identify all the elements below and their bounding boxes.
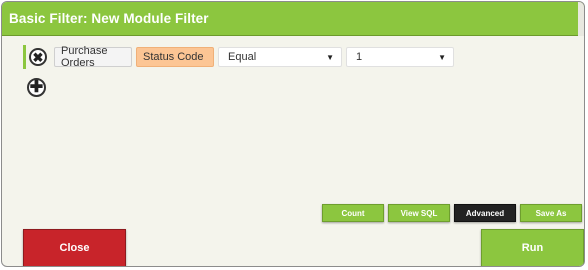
dialog-title: Basic Filter: New Module Filter [9,11,209,26]
chevron-down-icon: ▼ [438,53,446,62]
save-as-button[interactable]: Save As [520,204,582,222]
field-chip[interactable]: Status Code [136,47,214,67]
module-chip[interactable]: Purchase Orders [54,45,132,69]
basic-filter-dialog: Basic Filter: New Module Filter ✖ Purcha… [1,1,585,267]
advanced-button[interactable]: Advanced [454,204,516,222]
value-select[interactable]: 1 ▼ [346,47,454,67]
filter-row-accent [23,45,26,69]
view-sql-button[interactable]: View SQL [388,204,450,222]
chevron-down-icon: ▼ [326,53,334,62]
operator-select-value: Equal [228,51,257,63]
remove-filter-icon[interactable]: ✖ [29,48,47,66]
close-button[interactable]: Close [23,229,126,266]
count-button[interactable]: Count [322,204,384,222]
operator-select[interactable]: Equal ▼ [218,47,342,67]
titlebar-edge [578,2,584,36]
run-button[interactable]: Run [481,229,584,266]
value-select-value: 1 [356,51,363,63]
add-filter-icon[interactable]: ✚ [27,78,46,97]
dialog-titlebar: Basic Filter: New Module Filter [2,2,584,36]
filter-row: ✖ Purchase Orders Status Code Equal ▼ 1 … [23,45,483,69]
